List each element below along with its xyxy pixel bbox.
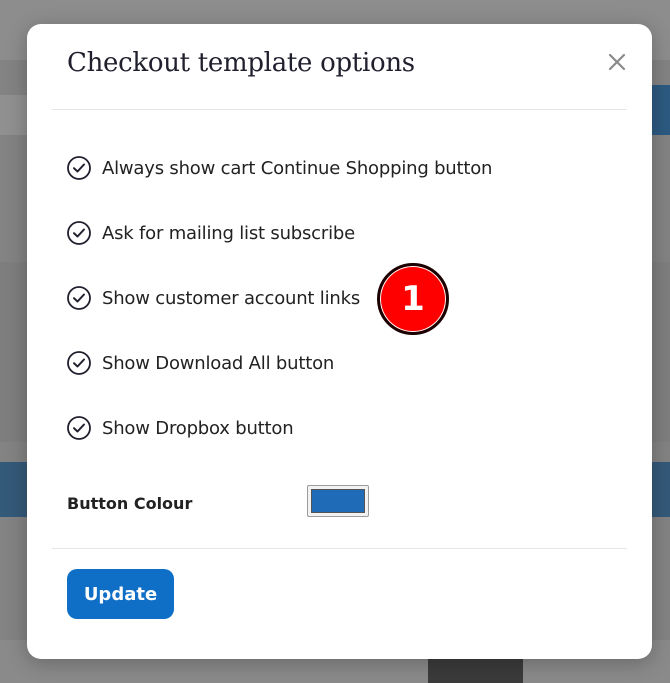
option-show-customer-account-links[interactable]: Show customer account links <box>67 285 360 311</box>
footer-divider <box>52 548 627 549</box>
option-label: Show Dropbox button <box>102 417 294 439</box>
button-colour-label: Button Colour <box>67 494 193 513</box>
checked-circle-icon[interactable] <box>67 156 91 180</box>
close-icon <box>608 53 626 71</box>
option-label: Show customer account links <box>102 287 361 309</box>
colour-swatch-fill <box>311 489 365 513</box>
option-show-dropbox[interactable]: Show Dropbox button <box>67 415 294 441</box>
annotation-marker: 1 <box>377 263 449 335</box>
option-label: Show Download All button <box>102 352 335 374</box>
close-button[interactable] <box>605 50 629 74</box>
dialog-title: Checkout template options <box>67 48 415 78</box>
option-label: Ask for mailing list subscribe <box>102 222 355 244</box>
button-colour-picker[interactable] <box>307 485 369 517</box>
header-divider <box>52 109 627 110</box>
option-ask-mailing-list[interactable]: Ask for mailing list subscribe <box>67 220 355 246</box>
checkout-template-options-dialog: Checkout template options Always show ca… <box>27 24 652 659</box>
option-always-show-continue-shopping[interactable]: Always show cart Continue Shopping butto… <box>67 155 492 181</box>
update-button[interactable]: Update <box>67 569 174 619</box>
checked-circle-icon[interactable] <box>67 221 91 245</box>
checked-circle-icon[interactable] <box>67 286 91 310</box>
checked-circle-icon[interactable] <box>67 351 91 375</box>
option-show-download-all[interactable]: Show Download All button <box>67 350 334 376</box>
checked-circle-icon[interactable] <box>67 416 91 440</box>
option-label: Always show cart Continue Shopping butto… <box>102 157 493 179</box>
